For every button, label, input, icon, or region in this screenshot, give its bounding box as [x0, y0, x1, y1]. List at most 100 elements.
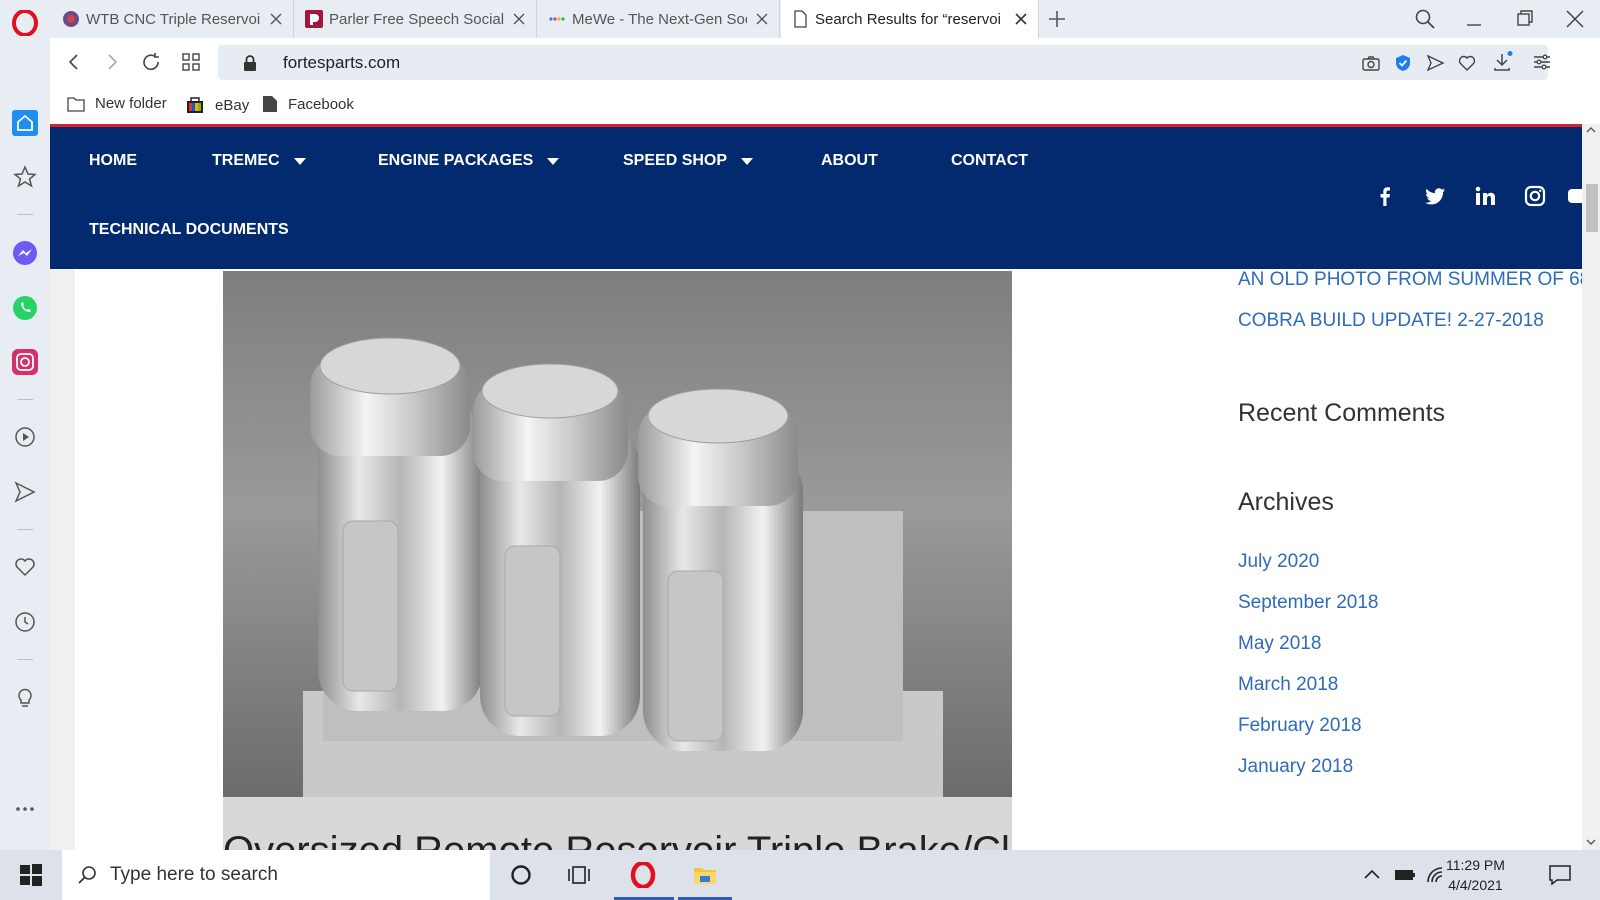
windows-taskbar: Type here to search 11:29 PM 4/4/2021: [0, 850, 1600, 900]
archive-link[interactable]: September 2018: [1238, 592, 1379, 614]
close-tab-icon[interactable]: [755, 12, 769, 26]
mewe-icon: [549, 17, 565, 21]
home-icon[interactable]: [12, 110, 38, 136]
scroll-down-icon[interactable]: [1586, 838, 1596, 846]
dropdown-caret-icon: [293, 157, 306, 165]
bookmarks-heart-icon[interactable]: [12, 554, 38, 580]
recent-post-link[interactable]: AN OLD PHOTO FROM SUMMER OF 68: [1238, 269, 1590, 291]
instagram-icon[interactable]: [12, 349, 38, 375]
clock-time: 11:29 PM: [1446, 857, 1505, 873]
menu-label: TECHNICAL DOCUMENTS: [89, 221, 289, 238]
vpn-shield-icon[interactable]: [1393, 53, 1413, 73]
instagram-icon[interactable]: [1524, 185, 1546, 207]
tips-lightbulb-icon[interactable]: [12, 684, 38, 710]
address-toolbar: fortesparts.com: [50, 38, 1600, 87]
downloads-icon[interactable]: [1491, 51, 1513, 73]
menu-technical-documents[interactable]: TECHNICAL DOCUMENTS: [89, 221, 289, 239]
tab-title: Parler Free Speech Social N: [329, 10, 504, 28]
close-tab-icon[interactable]: [269, 12, 283, 26]
bookmark-ebay[interactable]: eBay: [185, 95, 249, 115]
bookmark-facebook[interactable]: Facebook: [262, 95, 354, 113]
minimize-icon[interactable]: [1462, 8, 1486, 30]
menu-tremec[interactable]: TREMEC: [212, 152, 306, 170]
menu-contact[interactable]: CONTACT: [951, 152, 1028, 170]
tabs-grid-icon[interactable]: [180, 51, 202, 73]
messenger-icon[interactable]: [12, 240, 38, 266]
twitter-icon[interactable]: [1424, 185, 1446, 207]
menu-label: ABOUT: [821, 152, 878, 169]
send-to-flow-icon[interactable]: [1425, 53, 1445, 73]
tab-wtb-cnc[interactable]: WTB CNC Triple Reservoir: [52, 0, 294, 38]
history-clock-icon[interactable]: [12, 609, 38, 635]
task-view-icon[interactable]: [566, 862, 592, 888]
send-flow-icon[interactable]: [12, 479, 38, 505]
bookmark-heart-icon[interactable]: [1457, 53, 1477, 73]
taskbar-search-box[interactable]: Type here to search: [62, 850, 490, 900]
notifications-icon[interactable]: [1547, 862, 1573, 888]
tab-title: Search Results for “reservoi: [815, 10, 1001, 28]
archive-link[interactable]: May 2018: [1238, 633, 1321, 655]
sidebar-divider: [17, 399, 33, 400]
address-bar[interactable]: fortesparts.com: [218, 45, 1548, 80]
archives-heading: Archives: [1238, 488, 1334, 516]
url-text[interactable]: fortesparts.com: [283, 53, 400, 73]
document-icon: [794, 10, 807, 28]
folder-icon: [67, 96, 85, 112]
page-scrollbar[interactable]: [1582, 124, 1600, 850]
bookmarks-bar: New folder eBay Facebook: [50, 87, 1600, 124]
battery-icon[interactable]: [1392, 862, 1418, 888]
menu-label: SPEED SHOP: [623, 152, 728, 169]
tab-title: MeWe - The Next-Gen Soci: [572, 10, 747, 28]
file-explorer-icon[interactable]: [692, 862, 718, 888]
close-tab-icon[interactable]: [512, 12, 526, 26]
close-tab-icon[interactable]: [1014, 12, 1028, 26]
scroll-up-icon[interactable]: [1586, 126, 1596, 134]
tab-bar: WTB CNC Triple Reservoir Parler Free Spe…: [0, 0, 1600, 38]
reload-icon[interactable]: [140, 51, 162, 73]
system-clock[interactable]: 11:29 PM 4/4/2021: [1446, 855, 1505, 895]
menu-about[interactable]: ABOUT: [821, 152, 878, 170]
windows-start-icon[interactable]: [18, 862, 44, 888]
player-icon[interactable]: [12, 424, 38, 450]
sidebar-divider: [17, 214, 33, 215]
bookmark-new-folder[interactable]: New folder: [67, 95, 167, 112]
archive-link[interactable]: March 2018: [1238, 674, 1338, 696]
search-icon: [78, 866, 96, 884]
more-options-icon[interactable]: [12, 796, 38, 822]
post-title[interactable]: Oversized Remote Reservoir Triple Brake/…: [223, 829, 1012, 850]
tab-search-results[interactable]: Search Results for “reservoi: [781, 0, 1039, 38]
facebook-icon[interactable]: [1374, 185, 1396, 207]
search-tabs-icon[interactable]: [1413, 8, 1437, 30]
menu-label: HOME: [89, 152, 137, 169]
lock-icon[interactable]: [240, 53, 260, 73]
restore-icon[interactable]: [1513, 8, 1537, 30]
archive-link[interactable]: July 2020: [1238, 551, 1319, 573]
ebay-icon: [187, 97, 203, 113]
recent-post-link[interactable]: COBRA BUILD UPDATE! 2-27-2018: [1238, 310, 1544, 332]
menu-speed-shop[interactable]: SPEED SHOP: [623, 152, 754, 170]
archive-link[interactable]: January 2018: [1238, 756, 1353, 778]
new-tab-icon[interactable]: [1046, 8, 1068, 30]
scrollbar-thumb[interactable]: [1586, 184, 1598, 232]
easy-setup-icon[interactable]: [1531, 51, 1553, 73]
linkedin-icon[interactable]: [1474, 185, 1496, 207]
opera-menu-icon[interactable]: [12, 10, 38, 36]
tab-parler[interactable]: Parler Free Speech Social N: [295, 0, 537, 38]
main-content: Oversized Remote Reservoir Triple Brake/…: [75, 269, 1141, 850]
product-photo-triple-reservoir[interactable]: [223, 271, 1012, 797]
archive-link[interactable]: February 2018: [1238, 715, 1362, 737]
snapshot-camera-icon[interactable]: [1361, 53, 1381, 73]
opera-sidebar: [0, 38, 50, 850]
chevron-up-icon[interactable]: [1362, 862, 1382, 888]
tab-mewe[interactable]: MeWe - The Next-Gen Soci: [538, 0, 780, 38]
back-icon[interactable]: [63, 51, 85, 73]
menu-home[interactable]: HOME: [89, 152, 137, 170]
youtube-icon[interactable]: [1568, 185, 1582, 207]
menu-engine-packages[interactable]: ENGINE PACKAGES: [378, 152, 560, 170]
whatsapp-icon[interactable]: [12, 295, 38, 321]
close-window-icon[interactable]: [1563, 8, 1587, 30]
opera-taskbar-icon[interactable]: [630, 862, 656, 888]
forward-icon[interactable]: [101, 51, 123, 73]
cortana-icon[interactable]: [508, 862, 534, 888]
speed-dial-star-icon[interactable]: [12, 164, 38, 190]
